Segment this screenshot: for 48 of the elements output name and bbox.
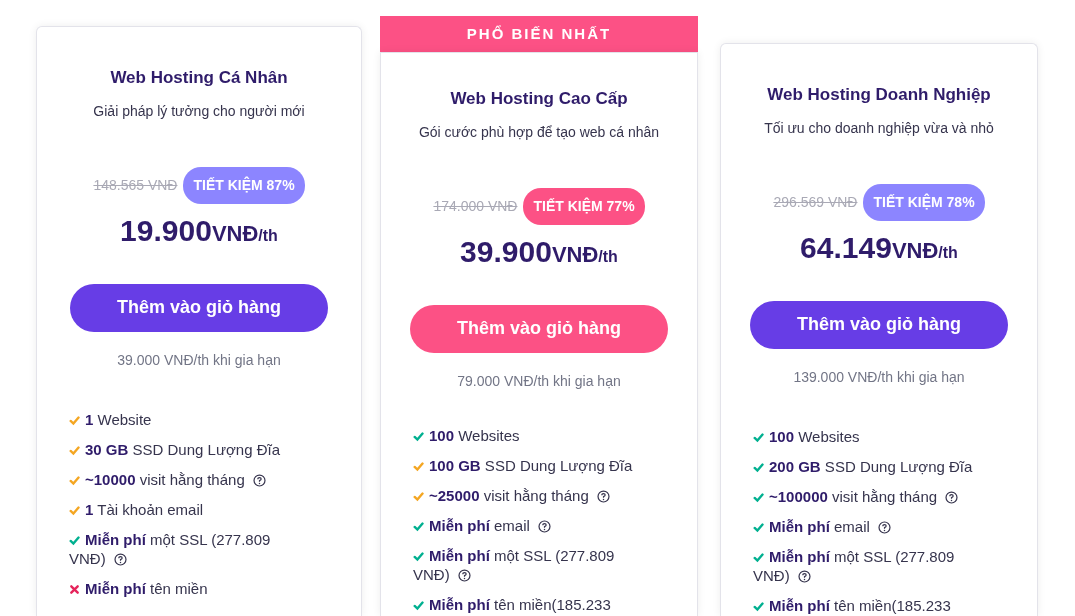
price: 39.900VNĐ/th bbox=[459, 233, 619, 270]
feature-item: 1 Website bbox=[69, 409, 305, 429]
feature-item: Miễn phí tên miền(185.233 bbox=[753, 595, 989, 615]
feature-item: Miễn phí một SSL (277.809 VNĐ) bbox=[413, 545, 616, 584]
help-icon[interactable] bbox=[797, 569, 811, 583]
old-price: 174.000 VNĐ bbox=[433, 196, 518, 216]
renewal-note: 139.000 VNĐ/th khi gia hạn bbox=[792, 367, 966, 387]
help-icon[interactable] bbox=[113, 552, 127, 566]
feature-item: Miễn phí một SSL (277.809 VNĐ) bbox=[69, 529, 272, 568]
add-to-cart-button[interactable]: Thêm vào giỏ hàng bbox=[750, 300, 1008, 349]
feature-item: Miễn phí tên miền(185.233 bbox=[413, 594, 649, 614]
plan-subtitle: Gói cước phù hợp để tạo web cá nhân bbox=[417, 122, 661, 142]
help-icon[interactable] bbox=[457, 568, 471, 582]
discount-badge: TIẾT KIỆM 87% bbox=[183, 166, 305, 204]
feature-item: 100 Websites bbox=[753, 426, 989, 446]
feature-item: 100 Websites bbox=[413, 425, 649, 445]
old-price: 296.569 VNĐ bbox=[773, 192, 858, 212]
help-icon[interactable] bbox=[877, 520, 891, 534]
feature-item: 100 GB SSD Dung Lượng Đĩa bbox=[413, 455, 649, 475]
popular-banner: PHỔ BIẾN NHẤT bbox=[380, 16, 698, 52]
help-icon[interactable] bbox=[537, 519, 551, 533]
discount-badge: TIẾT KIỆM 78% bbox=[863, 183, 985, 221]
feature-item: Miễn phí email bbox=[413, 515, 649, 535]
plan-subtitle: Giải pháp lý tưởng cho người mới bbox=[92, 101, 306, 121]
feature-item: Miễn phí email bbox=[753, 516, 989, 536]
plan-subtitle: Tối ưu cho doanh nghiệp vừa và nhỏ bbox=[763, 118, 995, 138]
old-price: 148.565 VNĐ bbox=[93, 175, 178, 195]
add-to-cart-button[interactable]: Thêm vào giỏ hàng bbox=[410, 304, 668, 353]
feature-item: ~10000 visit hằng tháng bbox=[69, 469, 305, 489]
feature-item: 1 Tài khoản email bbox=[69, 499, 305, 519]
add-to-cart-button[interactable]: Thêm vào giỏ hàng bbox=[70, 283, 328, 332]
feature-item: Miễn phí một SSL (277.809 VNĐ) bbox=[753, 546, 956, 585]
plan-title: Web Hosting Doanh Nghiệp bbox=[766, 84, 992, 106]
feature-item: ~25000 visit hằng tháng bbox=[413, 485, 649, 505]
renewal-note: 39.000 VNĐ/th khi gia hạn bbox=[116, 350, 282, 370]
help-icon[interactable] bbox=[596, 489, 610, 503]
plan-title: Web Hosting Cá Nhân bbox=[109, 67, 289, 89]
feature-item: 200 GB SSD Dung Lượng Đĩa bbox=[753, 456, 989, 476]
feature-item: Miễn phí tên miền bbox=[69, 578, 305, 598]
help-icon[interactable] bbox=[945, 490, 959, 504]
price: 19.900VNĐ/th bbox=[119, 212, 279, 249]
plan-title: Web Hosting Cao Cấp bbox=[449, 88, 629, 110]
feature-item: 30 GB SSD Dung Lượng Đĩa bbox=[69, 439, 305, 459]
renewal-note: 79.000 VNĐ/th khi gia hạn bbox=[456, 371, 622, 391]
help-icon[interactable] bbox=[252, 473, 266, 487]
feature-item: ~100000 visit hằng tháng bbox=[753, 486, 989, 506]
discount-badge: TIẾT KIỆM 77% bbox=[523, 187, 645, 225]
price: 64.149VNĐ/th bbox=[799, 229, 959, 266]
